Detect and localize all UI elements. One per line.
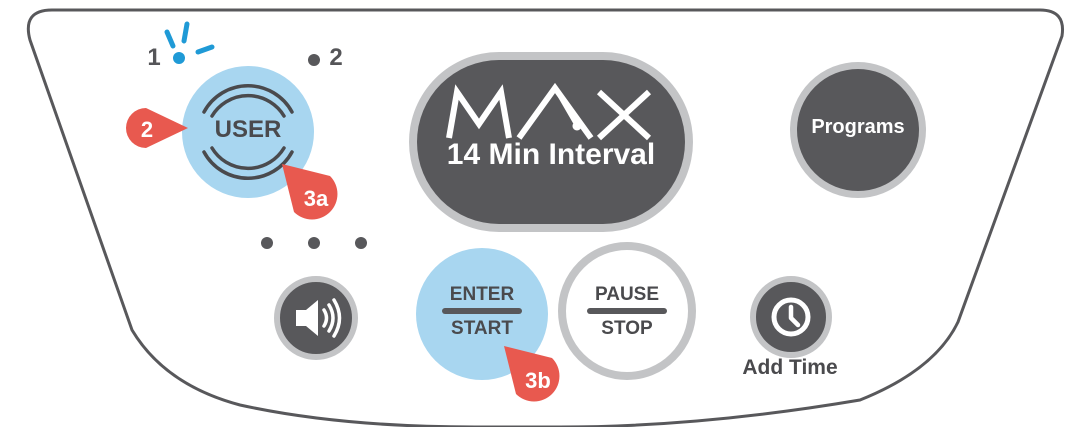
programs-button-label: Programs [811, 116, 905, 138]
volume-level-dot [308, 237, 320, 249]
user-button-label: USER [214, 116, 282, 143]
enter-label: ENTER [449, 284, 515, 305]
pause-label: PAUSE [594, 284, 660, 305]
enter-start-divider [442, 308, 522, 314]
user-2-indicator-light [308, 54, 320, 66]
pause-stop-divider [587, 308, 667, 314]
light-active-rays-icon [164, 21, 215, 55]
volume-level-dot [261, 237, 273, 249]
add-time-label: Add Time [742, 356, 838, 379]
console-panel: 1 2 USER 14 Min Interval Programs ENTER … [0, 0, 1066, 427]
stop-label: STOP [601, 318, 653, 339]
user-2-label: 2 [329, 44, 343, 71]
max-program-label: 14 Min Interval [446, 138, 656, 171]
callout-step-2: 2 [140, 117, 154, 142]
start-label: START [451, 318, 513, 339]
volume-level-dot [355, 237, 367, 249]
callout-step-3a: 3a [303, 186, 329, 211]
speaker-icon [296, 298, 342, 338]
callout-step-3b: 3b [525, 368, 551, 393]
clock-icon [771, 297, 811, 337]
